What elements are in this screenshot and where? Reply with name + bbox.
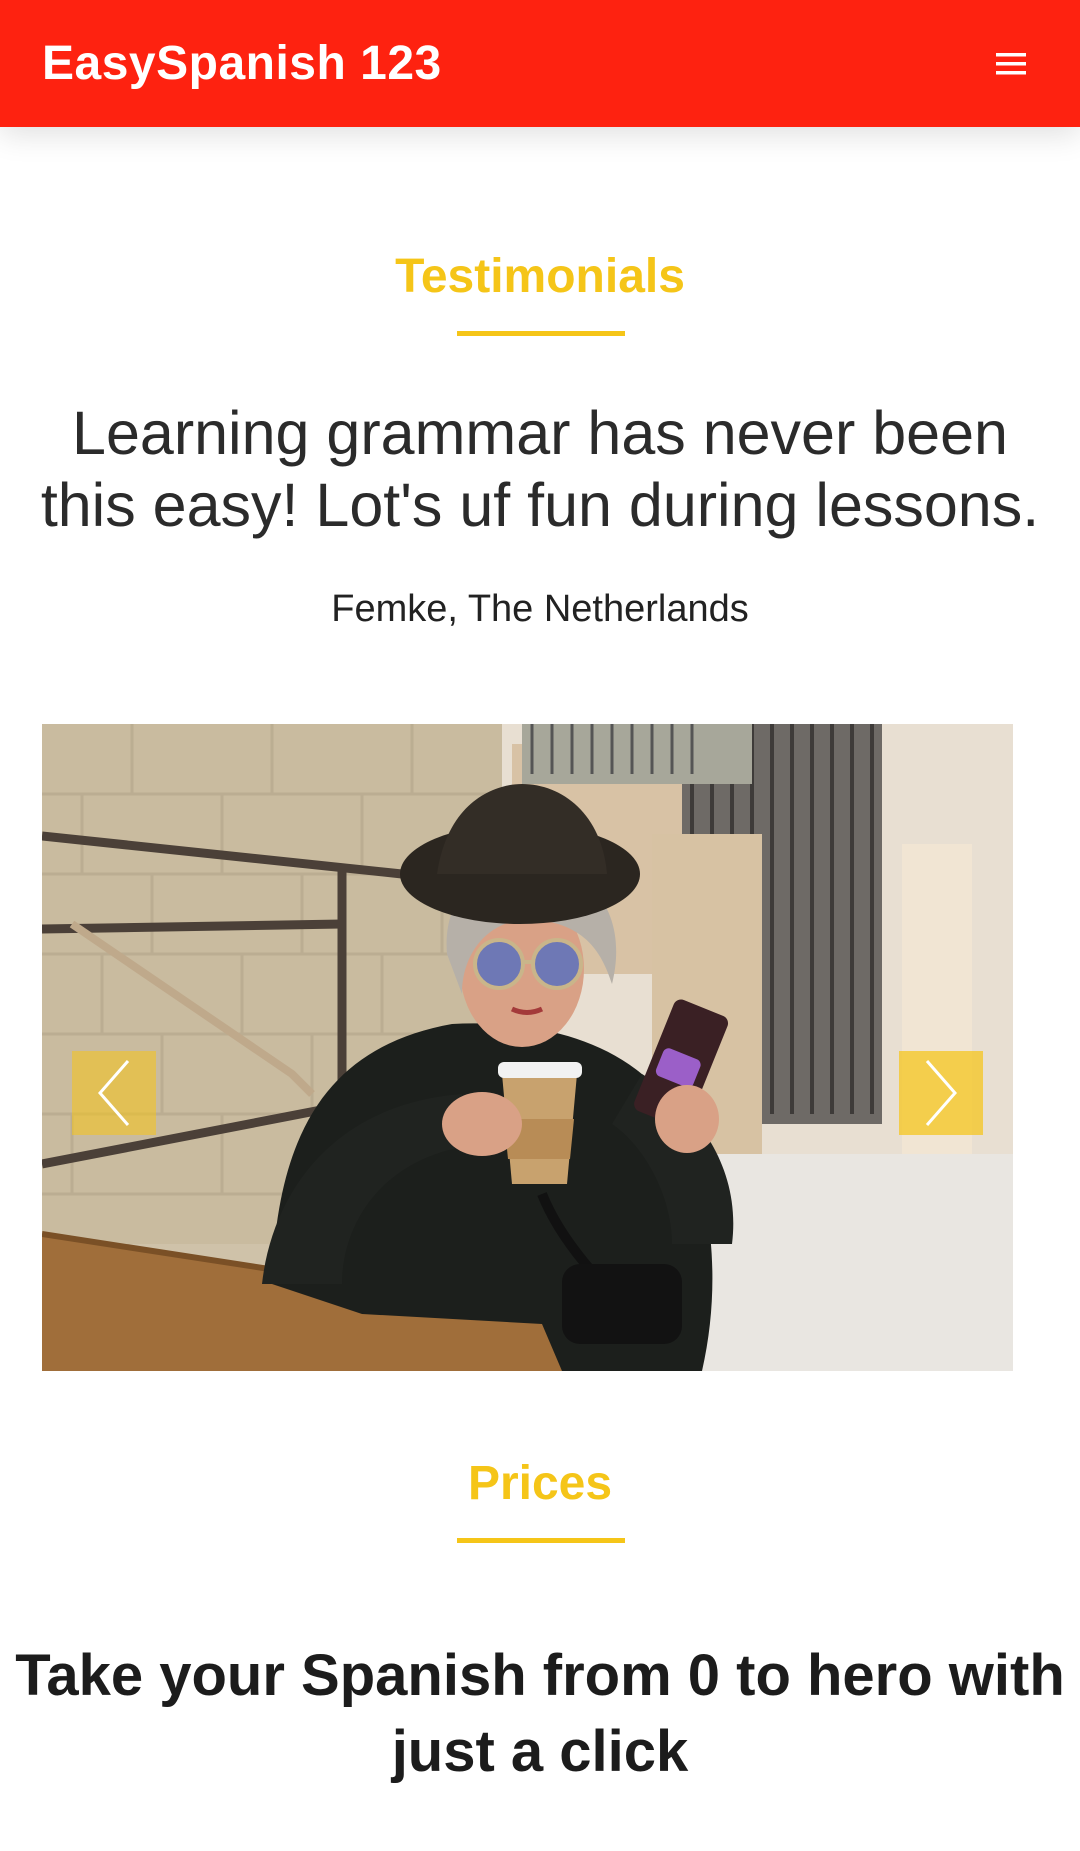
carousel-prev-button[interactable] [72,1051,156,1135]
carousel-next-button[interactable] [899,1051,983,1135]
chevron-right-icon [925,1060,957,1126]
menu-button[interactable] [984,37,1038,91]
prices-title: Prices [467,1457,613,1510]
testimonial-carousel [42,724,1013,1371]
top-navbar: EasySpanish 123 [0,0,1080,127]
testimonial-author: Femke, The Netherlands [331,588,749,630]
testimonial-quote: Learning grammar has never been this eas… [40,399,1040,539]
prices-title-underline [457,1538,625,1543]
hamburger-menu-icon [996,52,1026,74]
prices-headline: Take your Spanish from 0 to hero with ju… [15,1643,1065,1784]
testimonial-photo [42,724,1013,1371]
testimonials-title: Testimonials [395,250,685,303]
brand-logo-text[interactable]: EasySpanish 123 [42,36,442,91]
testimonials-title-underline [457,331,625,336]
chevron-left-icon [98,1060,130,1126]
